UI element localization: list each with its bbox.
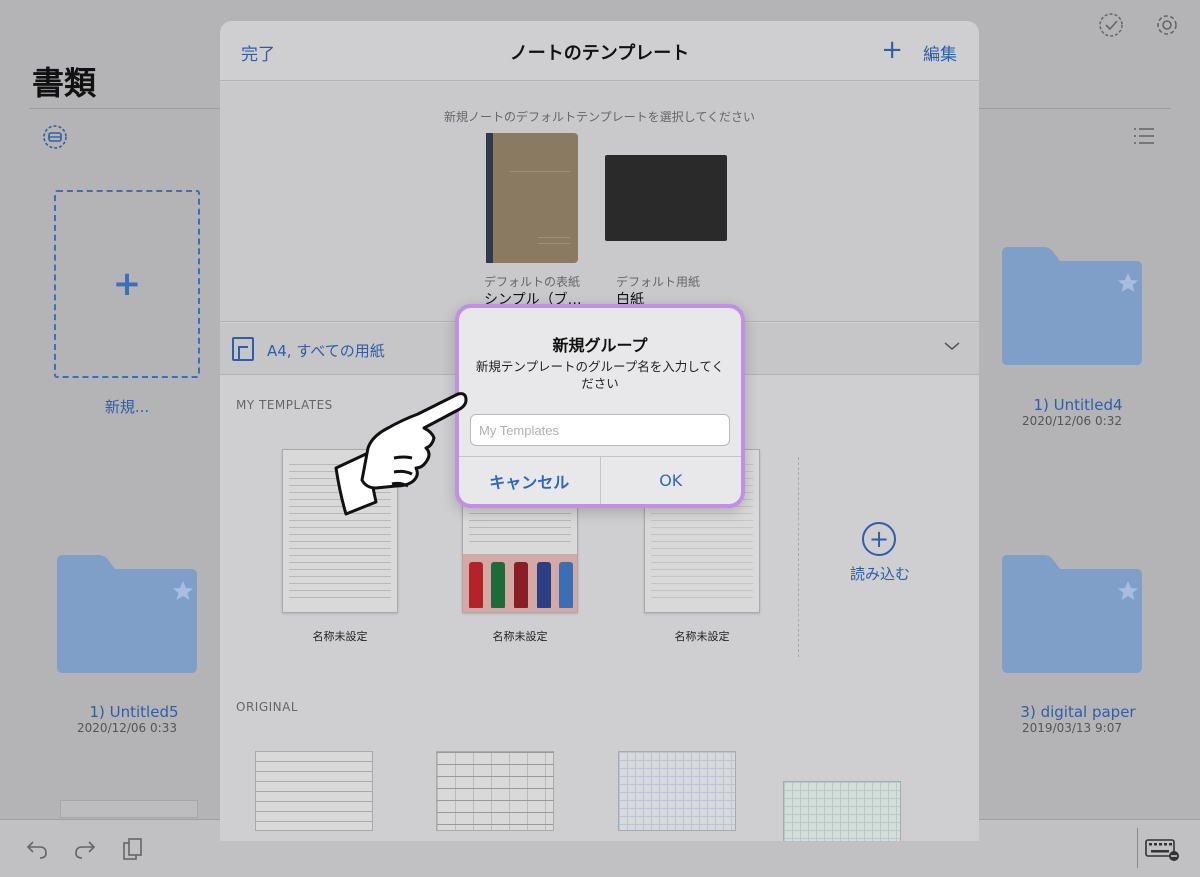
- dialog-buttons: キャンセル OK: [459, 456, 741, 504]
- plus-icon: +: [112, 264, 142, 304]
- original-title: ORIGINAL: [236, 700, 299, 714]
- group-name-input[interactable]: [470, 414, 730, 446]
- select-check-icon[interactable]: [1098, 12, 1124, 38]
- cancel-button[interactable]: キャンセル: [459, 457, 601, 504]
- folder-name[interactable]: 3) digital paper: [978, 703, 1178, 721]
- template-name: 名称未設定: [674, 630, 730, 643]
- original-template-thumbnail[interactable]: [436, 751, 554, 831]
- undo-icon[interactable]: [24, 836, 50, 862]
- default-paper-label: デフォルト用紙: [616, 275, 701, 289]
- template-name: 名称未設定: [312, 630, 368, 643]
- folder-icon[interactable]: [998, 243, 1146, 369]
- keyboard-icon[interactable]: [1144, 836, 1180, 862]
- sheet-header: 完了 ノートのテンプレート + 編集: [220, 21, 979, 81]
- folder-icon[interactable]: [998, 551, 1146, 677]
- default-template-section: 新規ノートのデフォルトテンプレートを選択してください デフォルトの表紙 シンプル…: [220, 82, 979, 322]
- default-paper-thumbnail[interactable]: [605, 155, 727, 241]
- my-templates-title: MY TEMPLATES: [236, 398, 333, 412]
- page-title: 書類: [32, 64, 97, 102]
- original-template-thumbnail[interactable]: [783, 781, 901, 841]
- default-cover-label: デフォルトの表紙: [484, 275, 581, 289]
- gear-icon[interactable]: [1154, 12, 1180, 38]
- nutcracker-image: [463, 554, 577, 612]
- paper-size-label: A4, すべての用紙: [267, 342, 385, 360]
- folder-date: 2020/12/06 0:33: [77, 721, 177, 735]
- edit-button[interactable]: 編集: [923, 40, 957, 65]
- paper-size-icon: [232, 337, 254, 361]
- folder-name[interactable]: 1) Untitled5: [34, 703, 234, 721]
- new-document-label: 新規...: [104, 398, 150, 416]
- dialog-message: 新規テンプレートのグループ名を入力してください: [475, 359, 725, 391]
- folder-icon[interactable]: [53, 551, 201, 677]
- pointing-hand-icon: [334, 392, 468, 516]
- folder-date: 2019/03/13 9:07: [1022, 721, 1122, 735]
- folder-date: 2020/12/06 0:32: [1022, 414, 1122, 428]
- list-view-icon[interactable]: [1132, 126, 1156, 146]
- template-name: 名称未設定: [492, 630, 548, 643]
- import-divider: [798, 457, 799, 657]
- original-template-thumbnail[interactable]: [255, 751, 373, 831]
- import-plus-icon[interactable]: +: [862, 522, 896, 556]
- new-group-dialog: 新規グループ 新規テンプレートのグループ名を入力してください キャンセル OK: [455, 304, 745, 508]
- default-cover-thumbnail[interactable]: [486, 133, 578, 263]
- pages-icon[interactable]: [120, 836, 146, 862]
- dialog-title: 新規グループ: [552, 336, 648, 355]
- folder-name[interactable]: 1) Untitled4: [978, 396, 1178, 414]
- toolbar-divider: [1137, 828, 1138, 868]
- new-document-tile[interactable]: +: [54, 190, 200, 378]
- filter-icon[interactable]: [42, 124, 68, 150]
- redo-icon[interactable]: [72, 836, 98, 862]
- chevron-down-icon: [944, 342, 960, 350]
- sheet-title: ノートのテンプレート: [509, 43, 690, 64]
- top-icons: [1098, 12, 1180, 38]
- add-template-button[interactable]: +: [881, 35, 903, 65]
- original-template-thumbnail[interactable]: [618, 751, 736, 831]
- default-hint: 新規ノートのデフォルトテンプレートを選択してください: [444, 110, 755, 124]
- document-thumbnail[interactable]: [60, 800, 198, 818]
- import-button[interactable]: 読み込む: [840, 563, 920, 584]
- ok-button[interactable]: OK: [601, 457, 742, 504]
